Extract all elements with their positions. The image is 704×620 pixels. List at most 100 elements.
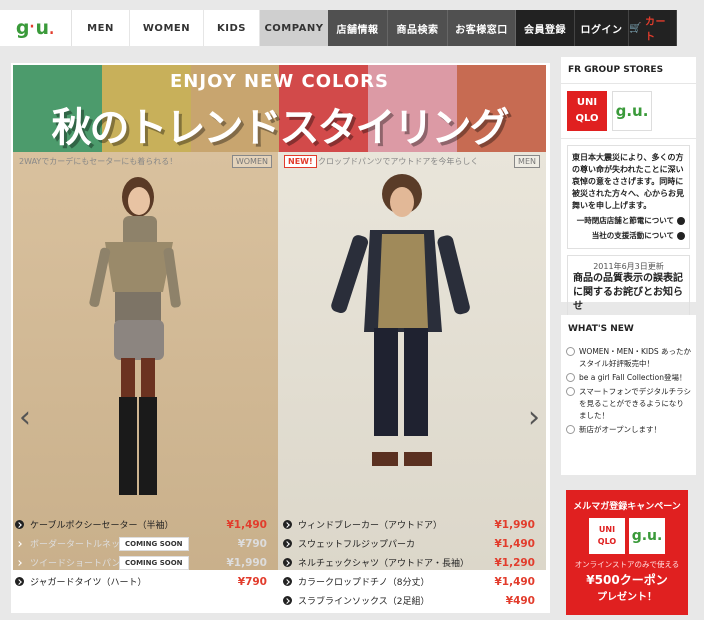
gu-store-logo[interactable]: g.u. [612,91,652,131]
closed-stores-link[interactable]: 一時閉店店舗と節電について [572,215,685,227]
quality-notice[interactable]: 2011年6月3日更新 商品の品質表示の誤表記に関するお詫びとお知らせ [567,255,690,320]
product-name: スラブラインソックス（2足組） [298,597,430,607]
men-styling-photo[interactable]: NEW! クロップドパンツでアウトドアを今年らしく MEN › [278,152,546,570]
news-text: 新店がオープンします！ [579,425,662,434]
product-row: ツイードショートパンツ ¥1,990 COMING SOON [13,553,273,572]
nav-customer-support[interactable]: お客様窓口 [448,10,516,46]
product-name: ウィンドブレーカー（アウトドア） [298,521,443,531]
product-name: ネルチェックシャツ（アウトドア・長袖） [298,559,470,569]
store-logos: UNI QLO g.u. [561,84,696,139]
product-row[interactable]: スラブラインソックス（2足組） ¥490 [281,591,541,610]
link-label: 一時閉店店舗と節電について [576,216,674,225]
arrow-bullet-icon [283,577,292,586]
mail-magazine-banner[interactable]: メルマガ登録キャンペーン UNI QLO g.u. オンラインストアのみで使える … [566,490,688,615]
arrow-circle-icon [677,232,685,240]
gu-logo: g.u. [629,518,665,554]
stores-heading: FR GROUP STORES [561,57,696,84]
banner-subtitle: ENJOY NEW COLORS [170,71,389,92]
fr-group-stores-panel: FR GROUP STORES UNI QLO g.u. 東日本大震災により、多く… [561,57,696,320]
product-price: ¥1,290 [494,556,535,569]
product-price: ¥490 [505,594,535,607]
link-label: 当社の支援活動について [591,231,674,240]
mail-present-text: プレゼント！ [597,592,657,603]
cart-icon: 🛒 [629,22,642,34]
uniqlo-logo: UNI QLO [589,518,625,554]
bullet-placeholder [15,539,24,548]
product-name: ジャガードタイツ（ハート） [30,578,147,588]
notice-text: 商品の品質表示の誤表記に関するお詫びとお知らせ [573,273,683,312]
banner-title: 秋のトレンドスタイリング [51,105,510,151]
arrow-circle-icon [566,347,575,356]
top-nav: g · u. MEN WOMEN KIDS COMPANY 店舗情報 商品検索 お客… [0,10,697,46]
women-model-figure [89,177,181,495]
nav-men[interactable]: MEN [72,10,130,46]
product-name: スウェットフルジップパーカ [298,540,416,550]
arrow-circle-icon [566,373,575,382]
nav-company[interactable]: COMPANY [260,10,328,46]
arrow-bullet-icon [283,596,292,605]
product-row: ボーダータートルネック ¥790 COMING SOON [13,534,273,553]
mail-coupon-text: ¥500クーポン [586,573,668,587]
men-product-list: ウィンドブレーカー（アウトドア） ¥1,990 スウェットフルジップパーカ ¥1,4… [281,515,541,610]
news-text: WOMEN・MEN・KIDS あったかスタイル好評販売中！ [579,347,692,368]
news-item[interactable]: 新店がオープンします！ [561,422,696,436]
product-price: ¥1,990 [226,556,267,569]
product-price: ¥1,490 [494,537,535,550]
nav-store-info[interactable]: 店舗情報 [328,10,388,46]
product-price: ¥790 [237,537,267,550]
arrow-circle-icon [677,217,685,225]
cart-label: カート [644,17,666,43]
arrow-bullet-icon [283,558,292,567]
coming-soon-badge: COMING SOON [119,537,189,551]
news-text: be a girl Fall Collection登場！ [579,373,687,382]
arrow-circle-icon [566,387,575,396]
nav-women[interactable]: WOMEN [130,10,204,46]
product-name: カラークロップドチノ（8分丈） [298,578,430,588]
product-row[interactable]: ネルチェックシャツ（アウトドア・長袖） ¥1,290 [281,553,541,572]
arrow-bullet-icon [15,520,24,529]
uniqlo-logo[interactable]: UNI QLO [567,91,607,131]
whats-new-panel: WHAT'S NEW WOMEN・MEN・KIDS あったかスタイル好評販売中！… [561,315,696,475]
mail-title: メルマガ登録キャンペーン [573,502,681,512]
earthquake-text: 東日本大震災により、多くの方の尊い命が失われたことに深い哀悼の意をささげます。同… [572,153,684,210]
news-item[interactable]: スマートフォンでデジタルチラシを見ることができるようになりました！ [561,384,696,422]
news-item[interactable]: WOMEN・MEN・KIDS あったかスタイル好評販売中！ [561,344,696,370]
product-row[interactable]: カラークロップドチノ（8分丈） ¥1,490 [281,572,541,591]
product-price: ¥790 [237,575,267,588]
nav-member-register[interactable]: 会員登録 [516,10,575,46]
earthquake-message: 東日本大震災により、多くの方の尊い命が失われたことに深い哀悼の意をささげます。同… [567,145,690,249]
main-feature: ENJOY NEW COLORS 秋のトレンドスタイリング 2WAYでカーデにも… [11,63,550,613]
news-item[interactable]: be a girl Fall Collection登場！ [561,370,696,384]
product-row[interactable]: ジャガードタイツ（ハート） ¥790 [13,572,273,591]
arrow-bullet-icon [283,539,292,548]
prev-arrow[interactable]: ‹ [19,400,31,435]
mail-online-text: オンラインストアのみで使える [574,560,680,569]
product-row[interactable]: スウェットフルジップパーカ ¥1,490 [281,534,541,553]
product-price: ¥1,490 [494,575,535,588]
product-row[interactable]: ケーブルポクシーセーター（半袖） ¥1,490 [13,515,273,534]
arrow-bullet-icon [15,577,24,586]
women-product-list: ケーブルポクシーセーター（半袖） ¥1,490 ボーダータートルネック ¥790 CO… [13,515,273,591]
women-styling-photo[interactable]: 2WAYでカーデにもセーターにも着られる！ WOMEN ‹ [13,152,278,570]
nav-login[interactable]: ログイン [575,10,629,46]
trend-banner[interactable]: ENJOY NEW COLORS 秋のトレンドスタイリング [13,65,546,152]
nav-product-search[interactable]: 商品検索 [388,10,448,46]
nav-kids[interactable]: KIDS [204,10,260,46]
men-model-figure [331,174,470,466]
support-activity-link[interactable]: 当社の支援活動について [572,230,685,242]
nav-cart[interactable]: 🛒 カート [629,10,677,46]
mail-logos: UNI QLO g.u. [566,518,688,554]
next-arrow[interactable]: › [528,400,540,435]
news-text: スマートフォンでデジタルチラシを見ることができるようになりました！ [579,387,691,420]
product-price: ¥1,990 [494,518,535,531]
coming-soon-badge: COMING SOON [119,556,189,570]
gu-logo[interactable]: g · u. [0,10,72,46]
bullet-placeholder [15,558,24,567]
product-row[interactable]: ウィンドブレーカー（アウトドア） ¥1,990 [281,515,541,534]
product-price: ¥1,490 [226,518,267,531]
whats-new-heading: WHAT'S NEW [568,324,634,334]
arrow-bullet-icon [283,520,292,529]
notice-date: 2011年6月3日更新 [593,262,664,271]
product-name: ケーブルポクシーセーター（半袖） [30,521,174,531]
arrow-circle-icon [566,425,575,434]
